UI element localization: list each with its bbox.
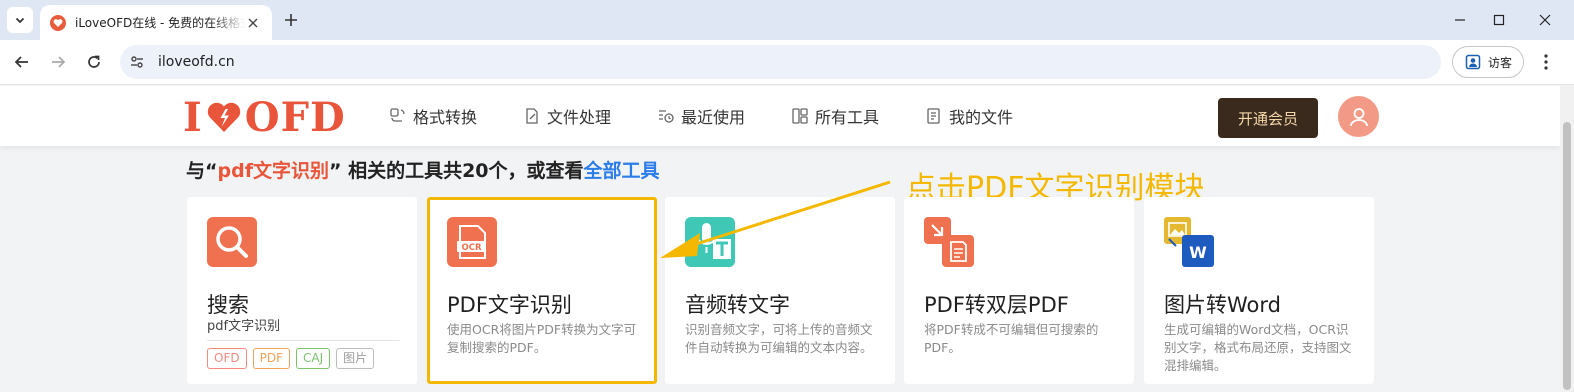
tab-close-icon[interactable] bbox=[245, 14, 262, 32]
card-description: 识别音频文字，可将上传的音频文件自动转换为可编辑的文本内容。 bbox=[685, 322, 873, 355]
page-scrollbar[interactable] bbox=[1560, 86, 1574, 392]
new-tab-button[interactable] bbox=[279, 8, 303, 32]
logo-wordmark: OFD bbox=[244, 93, 346, 141]
nav-my-files[interactable]: 我的文件 bbox=[925, 104, 1013, 128]
tools-icon bbox=[791, 107, 809, 125]
card-title: 音频转文字 bbox=[685, 293, 790, 317]
results-keyword: pdf文字识别 bbox=[217, 160, 329, 182]
card-title: PDF转双层PDF bbox=[924, 293, 1069, 317]
tab-strip: iLoveOFD在线 - 免费的在线格式转换工具 bbox=[0, 0, 1574, 40]
search-input[interactable]: pdf文字识别 bbox=[207, 317, 399, 341]
dual-layer-pdf-icon bbox=[924, 217, 974, 267]
audio-to-text-icon bbox=[685, 217, 735, 267]
user-avatar[interactable] bbox=[1338, 96, 1379, 137]
forward-button[interactable] bbox=[45, 49, 71, 75]
more-vertical-icon bbox=[1544, 54, 1548, 70]
maximize-button[interactable] bbox=[1487, 8, 1511, 32]
nav-label: 所有工具 bbox=[815, 108, 880, 127]
pdf-ocr-card[interactable]: OCR PDF文字识别 使用OCR将图片PDF转换为文字可复制搜索的PDF。 bbox=[427, 197, 657, 384]
card-title: 图片转Word bbox=[1164, 293, 1281, 317]
ocr-icon: OCR bbox=[447, 217, 497, 267]
results-prefix: 与“ bbox=[186, 160, 218, 182]
arrow-right-icon bbox=[52, 56, 66, 68]
nav-recent[interactable]: 最近使用 bbox=[657, 104, 745, 128]
dual-layer-pdf-card[interactable]: PDF转双层PDF 将PDF转成不可编辑但可搜索的PDF。 bbox=[904, 197, 1134, 384]
my-files-icon bbox=[925, 107, 943, 125]
tag-caj[interactable]: CAJ bbox=[295, 348, 331, 369]
tab-title: iLoveOFD在线 - 免费的在线格式转换工具 bbox=[75, 16, 245, 30]
nav-format-convert[interactable]: 格式转换 bbox=[389, 104, 477, 128]
reload-icon bbox=[88, 55, 100, 68]
browser-toolbar: iloveofd.cn 访客 bbox=[0, 40, 1574, 85]
file-edit-icon bbox=[523, 107, 541, 125]
minimize-icon bbox=[1455, 19, 1465, 21]
close-icon bbox=[1539, 14, 1551, 26]
card-description: 将PDF转成不可编辑但可搜索的PDF。 bbox=[924, 322, 1099, 355]
site-header: I OFD 格式转换 文件处理 最近使用 所有工具 我的文件 开通会员 bbox=[0, 86, 1560, 146]
all-tools-link[interactable]: 全部工具 bbox=[584, 160, 660, 182]
user-icon bbox=[1349, 107, 1368, 126]
nav-label: 我的文件 bbox=[949, 108, 1014, 127]
close-window-button[interactable] bbox=[1533, 8, 1557, 32]
vip-button[interactable]: 开通会员 bbox=[1218, 98, 1318, 138]
card-title: 搜索 bbox=[207, 293, 249, 317]
profile-icon bbox=[1465, 54, 1481, 70]
browser-menu-button[interactable] bbox=[1534, 49, 1558, 75]
card-title: PDF文字识别 bbox=[447, 293, 572, 317]
reload-button[interactable] bbox=[81, 49, 107, 75]
nav-all-tools[interactable]: 所有工具 bbox=[791, 104, 879, 128]
filter-tags: OFD PDF CAJ 图片 bbox=[207, 348, 375, 369]
nav-label: 最近使用 bbox=[681, 108, 746, 127]
tag-pdf[interactable]: PDF bbox=[252, 348, 290, 369]
heart-icon bbox=[207, 102, 240, 132]
scrollbar-thumb[interactable] bbox=[1563, 122, 1571, 390]
results-heading: 与“pdf文字识别” 相关的工具共20个，或查看全部工具 bbox=[186, 156, 660, 183]
url-text[interactable]: iloveofd.cn bbox=[158, 54, 235, 70]
tag-image[interactable]: 图片 bbox=[336, 348, 375, 369]
page-viewport: I OFD 格式转换 文件处理 最近使用 所有工具 我的文件 开通会员 与“pd… bbox=[0, 86, 1574, 392]
recent-icon bbox=[657, 107, 675, 125]
card-description: 使用OCR将图片PDF转换为文字可复制搜索的PDF。 bbox=[447, 322, 637, 355]
address-bar[interactable]: iloveofd.cn bbox=[120, 45, 1441, 79]
back-button[interactable] bbox=[9, 49, 35, 75]
plus-icon bbox=[285, 14, 297, 26]
nav-file-processing[interactable]: 文件处理 bbox=[523, 104, 611, 128]
audio-to-text-card[interactable]: 音频转文字 识别音频文字，可将上传的音频文件自动转换为可编辑的文本内容。 bbox=[665, 197, 895, 384]
tab-search-button[interactable] bbox=[7, 7, 33, 33]
maximize-icon bbox=[1493, 14, 1505, 26]
profile-button[interactable]: 访客 bbox=[1452, 46, 1524, 78]
logo-letter: I bbox=[183, 93, 203, 141]
arrow-left-icon bbox=[14, 56, 28, 68]
site-favicon-icon bbox=[50, 14, 66, 31]
minimize-button[interactable] bbox=[1448, 8, 1472, 32]
results-count-text: ” 相关的工具共20个，或查看 bbox=[328, 160, 584, 182]
image-to-word-card[interactable]: W 图片转Word 生成可编辑的Word文档，OCR识别文字，格式布局还原，支持… bbox=[1144, 197, 1374, 384]
svg-text:W: W bbox=[1189, 243, 1207, 262]
convert-icon bbox=[389, 107, 407, 125]
nav-label: 格式转换 bbox=[413, 108, 478, 127]
browser-tab[interactable]: iLoveOFD在线 - 免费的在线格式转换工具 bbox=[40, 5, 272, 40]
chevron-down-icon bbox=[15, 17, 25, 24]
card-description: 生成可编辑的Word文档，OCR识别文字，格式布局还原，支持图文混排编辑。 bbox=[1164, 322, 1352, 373]
nav-label: 文件处理 bbox=[547, 108, 612, 127]
svg-text:OCR: OCR bbox=[461, 243, 481, 253]
tag-ofd[interactable]: OFD bbox=[207, 348, 247, 369]
site-settings-icon[interactable] bbox=[128, 53, 146, 71]
profile-label: 访客 bbox=[1488, 55, 1513, 70]
search-icon bbox=[207, 217, 257, 267]
search-card: 搜索 pdf文字识别 OFD PDF CAJ 图片 bbox=[187, 197, 417, 384]
site-logo[interactable]: I OFD bbox=[183, 93, 346, 141]
image-to-word-icon: W bbox=[1164, 217, 1214, 267]
